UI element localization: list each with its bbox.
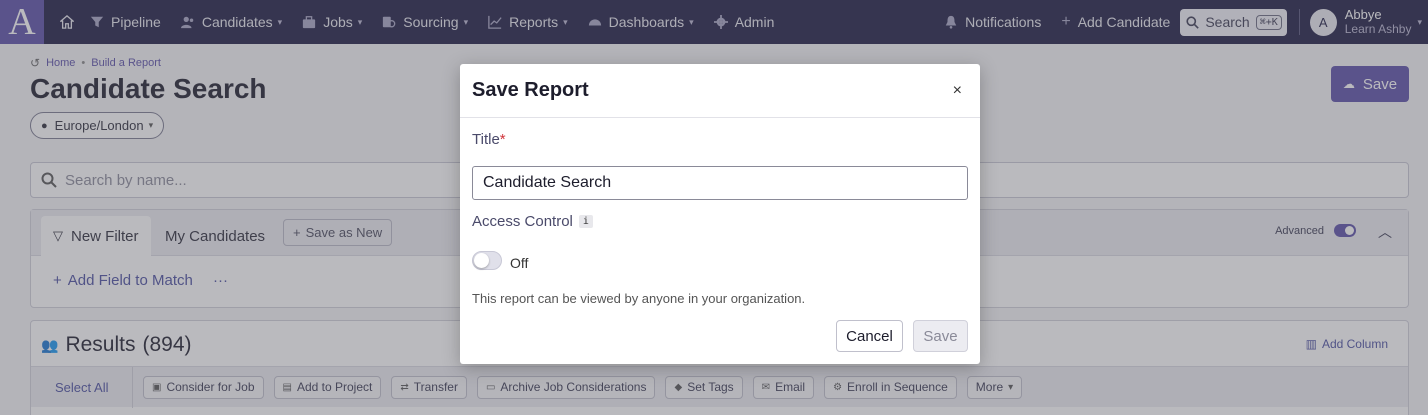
access-control-toggle[interactable] — [472, 251, 502, 270]
dialog-header: Save Report — [460, 64, 980, 118]
info-icon[interactable]: i — [578, 215, 593, 228]
required-marker: * — [499, 131, 506, 148]
dialog-title: Save Report — [472, 79, 589, 101]
title-label-text: Title — [472, 131, 500, 148]
access-help-text: This report can be viewed by anyone in y… — [472, 291, 806, 306]
save-button[interactable]: Save — [913, 320, 968, 352]
cancel-button[interactable]: Cancel — [836, 320, 903, 352]
toggle-state-label: Off — [510, 255, 529, 271]
title-field-label: Title* — [472, 131, 506, 148]
access-control-label: Access Control i — [472, 213, 593, 230]
close-icon[interactable]: × — [953, 82, 962, 100]
title-input[interactable] — [472, 166, 968, 200]
save-report-dialog: Save Report × Title* Access Control i Of… — [460, 64, 980, 364]
access-control-text: Access Control — [472, 213, 573, 230]
